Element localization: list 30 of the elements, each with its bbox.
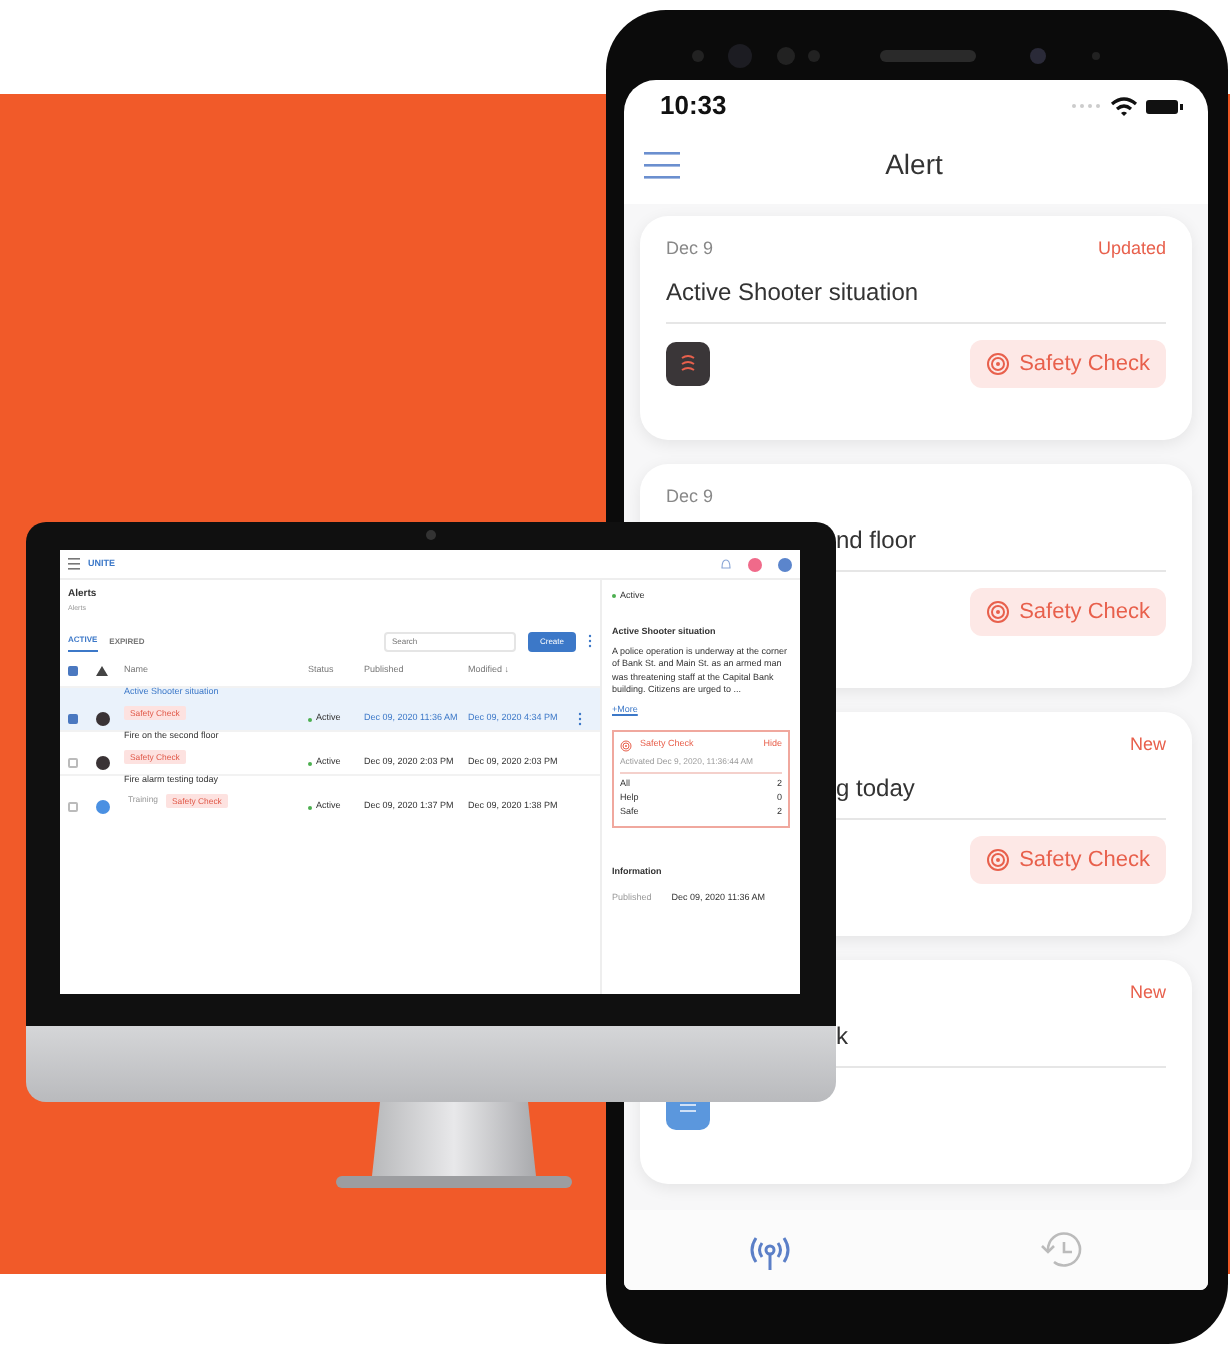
avatar-circle[interactable] [778, 557, 792, 571]
alert-title: Active Shooter situation [666, 278, 919, 306]
row-checkbox[interactable] [68, 802, 78, 813]
alert-status: New [1129, 732, 1166, 758]
menu-icon[interactable] [644, 149, 680, 179]
alert-date: Dec 9 [666, 236, 714, 262]
warning-icon [96, 666, 108, 677]
notification-dot[interactable] [748, 557, 762, 571]
alert-status: New [1129, 980, 1166, 1006]
alert-date: Dec 9 [666, 484, 714, 510]
safety-check-button[interactable]: Safety Check [969, 587, 1166, 637]
signal-icon [1070, 98, 1102, 114]
menu-icon[interactable] [68, 558, 80, 570]
wifi-icon [1110, 96, 1138, 116]
row-checkbox[interactable] [68, 714, 78, 725]
screen-title: Alert [883, 145, 945, 183]
alert-title: g today [836, 774, 915, 802]
battery-icon [1146, 97, 1184, 115]
alert-title: k [836, 1022, 848, 1050]
safety-check-button[interactable]: Safety Check [969, 835, 1166, 885]
alert-status: Updated [1097, 236, 1166, 262]
camera-icon [426, 530, 436, 540]
status-time: 10:33 [660, 88, 727, 125]
bell-icon[interactable] [720, 558, 732, 570]
alert-title: nd floor [836, 526, 917, 554]
alert-card[interactable]: Dec 9 Updated Active Shooter situation Safety Check [640, 216, 1192, 440]
safety-check-button[interactable]: Safety Check [969, 339, 1166, 389]
row-checkbox[interactable] [68, 758, 78, 769]
alert-type-icon [666, 342, 710, 386]
select-all-checkbox[interactable] [68, 666, 78, 677]
